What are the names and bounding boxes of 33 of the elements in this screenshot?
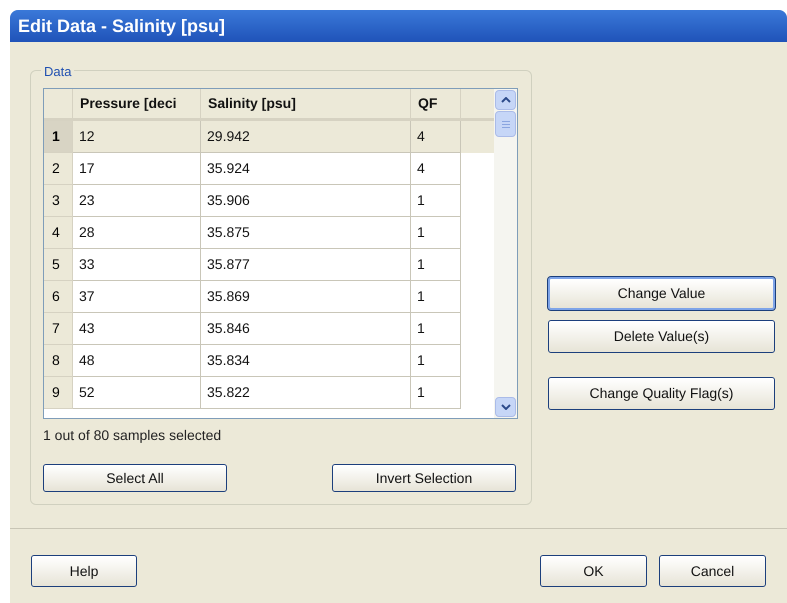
push-button[interactable]: Delete Value(s) bbox=[548, 320, 775, 353]
push-button[interactable]: OK bbox=[540, 555, 647, 587]
row-number: 4 bbox=[44, 217, 73, 249]
row-number: 7 bbox=[44, 313, 73, 345]
scroll-down-button[interactable] bbox=[495, 397, 516, 417]
row-number: 3 bbox=[44, 185, 73, 217]
table-row[interactable]: 1 12 29.942 4 bbox=[44, 121, 494, 153]
push-button[interactable]: Invert Selection bbox=[332, 464, 516, 492]
row-number: 8 bbox=[44, 345, 73, 377]
push-button[interactable]: Change Value bbox=[548, 277, 775, 310]
scrollbar[interactable] bbox=[494, 89, 517, 418]
grip-icon bbox=[502, 120, 510, 128]
chevron-up-icon bbox=[500, 97, 511, 103]
push-button[interactable]: Select All bbox=[43, 464, 227, 492]
column-header[interactable]: Salinity [psu] bbox=[201, 89, 411, 118]
push-button[interactable]: Cancel bbox=[659, 555, 766, 587]
row-number: 1 bbox=[44, 121, 73, 153]
column-header[interactable]: QF bbox=[411, 89, 461, 118]
row-number: 2 bbox=[44, 153, 73, 185]
table-cell: 52 bbox=[73, 377, 201, 409]
row-number: 5 bbox=[44, 249, 73, 281]
window-title: Edit Data - Salinity [psu] bbox=[18, 14, 226, 38]
column-header[interactable]: Pressure [deci bbox=[73, 89, 201, 118]
scroll-thumb[interactable] bbox=[495, 111, 516, 137]
chevron-down-icon bbox=[500, 404, 511, 410]
push-button[interactable]: Help bbox=[31, 555, 137, 587]
push-button[interactable]: Change Quality Flag(s) bbox=[548, 377, 775, 410]
row-number: 6 bbox=[44, 281, 73, 313]
table-cell: 35.822 bbox=[201, 377, 411, 409]
scroll-up-button[interactable] bbox=[495, 90, 516, 110]
table-cell: 1 bbox=[411, 377, 461, 409]
row-number: 9 bbox=[44, 377, 73, 409]
selection-status: 1 out of 80 samples selected bbox=[43, 426, 222, 445]
